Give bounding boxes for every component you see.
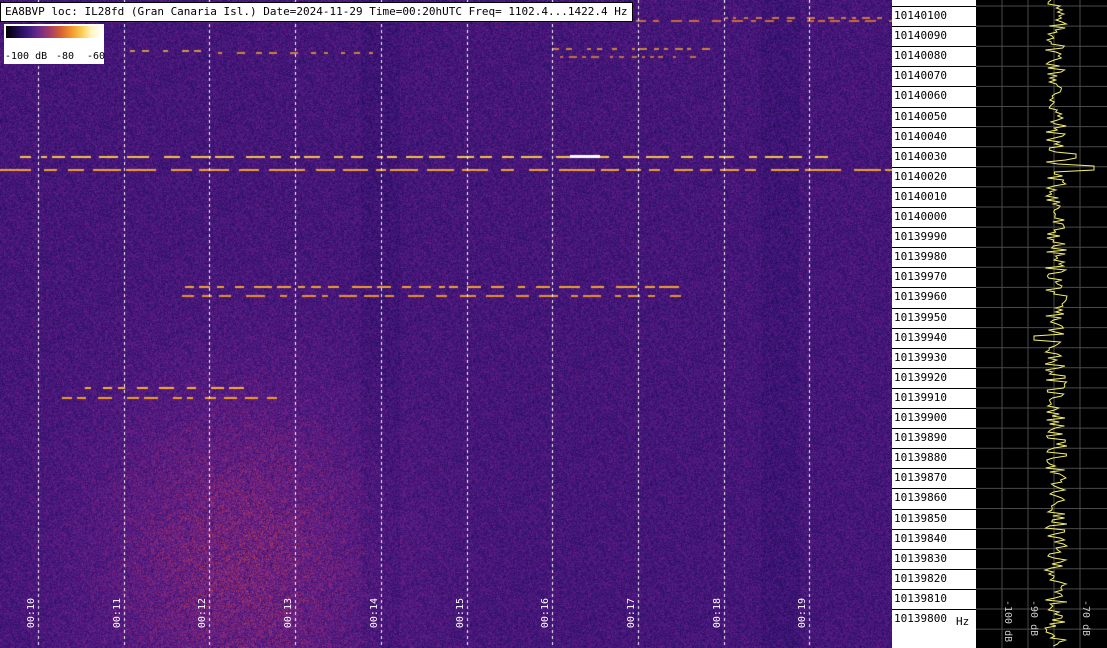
time-tick-label: 00:14: [369, 598, 380, 629]
frequency-gridline: [892, 227, 976, 228]
frequency-label: 10140040: [894, 130, 947, 143]
frequency-label: 10139870: [894, 471, 947, 484]
frequency-gridline: [892, 569, 976, 570]
frequency-label: 10139920: [894, 371, 947, 384]
frequency-label: 10139830: [894, 552, 947, 565]
frequency-label: 10139810: [894, 592, 947, 605]
frequency-gridline: [892, 529, 976, 530]
frequency-label: 10140060: [894, 89, 947, 102]
color-scale-legend: -100 dB -80 -60: [4, 24, 106, 64]
frequency-gridline: [892, 549, 976, 550]
frequency-gridline: [892, 509, 976, 510]
frequency-gridline: [892, 167, 976, 168]
frequency-gridline: [892, 267, 976, 268]
frequency-gridline: [892, 609, 976, 610]
frequency-label: 10139910: [894, 391, 947, 404]
frequency-label: 10139900: [894, 411, 947, 424]
info-header: EA8BVP loc: IL28fd (Gran Canaria Isl.) D…: [0, 2, 633, 22]
frequency-gridline: [892, 6, 976, 7]
spectrum-panel: -100 dB -90 dB -70 dB: [976, 0, 1107, 648]
frequency-label: 10139960: [894, 290, 947, 303]
waterfall-display: 00:10 00:11 00:12 00:13 00:14 00:15 00:16 00:17…: [0, 0, 892, 648]
frequency-gridline: [892, 388, 976, 389]
spectrum-label-mid: -90 dB: [1028, 600, 1039, 637]
frequency-label: 10140100: [894, 9, 947, 22]
frequency-label: 10139820: [894, 572, 947, 585]
time-tick-label: 00:12: [197, 598, 208, 629]
frequency-gridline: [892, 348, 976, 349]
frequency-gridline: [892, 66, 976, 67]
frequency-label: 10139980: [894, 250, 947, 263]
time-tick-label: 00:13: [283, 598, 294, 629]
spectrum-label-high: -70 dB: [1080, 600, 1091, 637]
time-tick-label: 00:16: [540, 598, 551, 629]
frequency-axis: 10140100 10140090 10140080 10140070 10140060…: [892, 0, 976, 648]
legend-label-min: -100 dB: [5, 51, 48, 62]
frequency-label: 10140020: [894, 170, 947, 183]
legend-label-max: -60: [87, 51, 106, 62]
legend-label-mid: -80: [56, 51, 75, 62]
spectrum-label-low: -100 dB: [1002, 600, 1013, 643]
frequency-gridline: [892, 147, 976, 148]
frequency-label: 10140080: [894, 49, 947, 62]
frequency-label: 10139950: [894, 311, 947, 324]
frequency-gridline: [892, 428, 976, 429]
frequency-label: 10139800: [894, 612, 947, 625]
frequency-gridline: [892, 187, 976, 188]
frequency-label: 10139880: [894, 451, 947, 464]
color-scale-bar: [6, 26, 102, 38]
frequency-gridline: [892, 26, 976, 27]
frequency-gridline: [892, 127, 976, 128]
frequency-label: 10139890: [894, 431, 947, 444]
frequency-label: 10140030: [894, 150, 947, 163]
time-tick-label: 00:10: [26, 598, 37, 629]
time-tick-label: 00:17: [626, 598, 637, 629]
frequency-gridline: [892, 207, 976, 208]
frequency-label: 10140010: [894, 190, 947, 203]
time-tick-label: 00:18: [712, 598, 723, 629]
time-tick-label: 00:11: [112, 598, 123, 629]
frequency-gridline: [892, 368, 976, 369]
frequency-gridline: [892, 86, 976, 87]
frequency-label: 10140050: [894, 110, 947, 123]
time-tick-label: 00:19: [797, 598, 808, 629]
frequency-label: 10139840: [894, 532, 947, 545]
time-tick-label: 00:15: [455, 598, 466, 629]
frequency-label: 10139860: [894, 491, 947, 504]
frequency-gridline: [892, 107, 976, 108]
frequency-label: 10140000: [894, 210, 947, 223]
frequency-gridline: [892, 468, 976, 469]
frequency-gridline: [892, 488, 976, 489]
frequency-label: 10139940: [894, 331, 947, 344]
frequency-unit-label: Hz: [956, 615, 970, 628]
spectrum-plot: [976, 0, 1107, 648]
frequency-gridline: [892, 328, 976, 329]
frequency-label: 10139850: [894, 512, 947, 525]
frequency-gridline: [892, 448, 976, 449]
frequency-gridline: [892, 308, 976, 309]
frequency-label: 10139970: [894, 270, 947, 283]
frequency-gridline: [892, 46, 976, 47]
frequency-label: 10140090: [894, 29, 947, 42]
frequency-gridline: [892, 247, 976, 248]
frequency-label: 10139930: [894, 351, 947, 364]
frequency-gridline: [892, 589, 976, 590]
frequency-label: 10139990: [894, 230, 947, 243]
waterfall-image: [0, 0, 892, 648]
frequency-label: 10140070: [894, 69, 947, 82]
frequency-gridline: [892, 287, 976, 288]
frequency-gridline: [892, 408, 976, 409]
